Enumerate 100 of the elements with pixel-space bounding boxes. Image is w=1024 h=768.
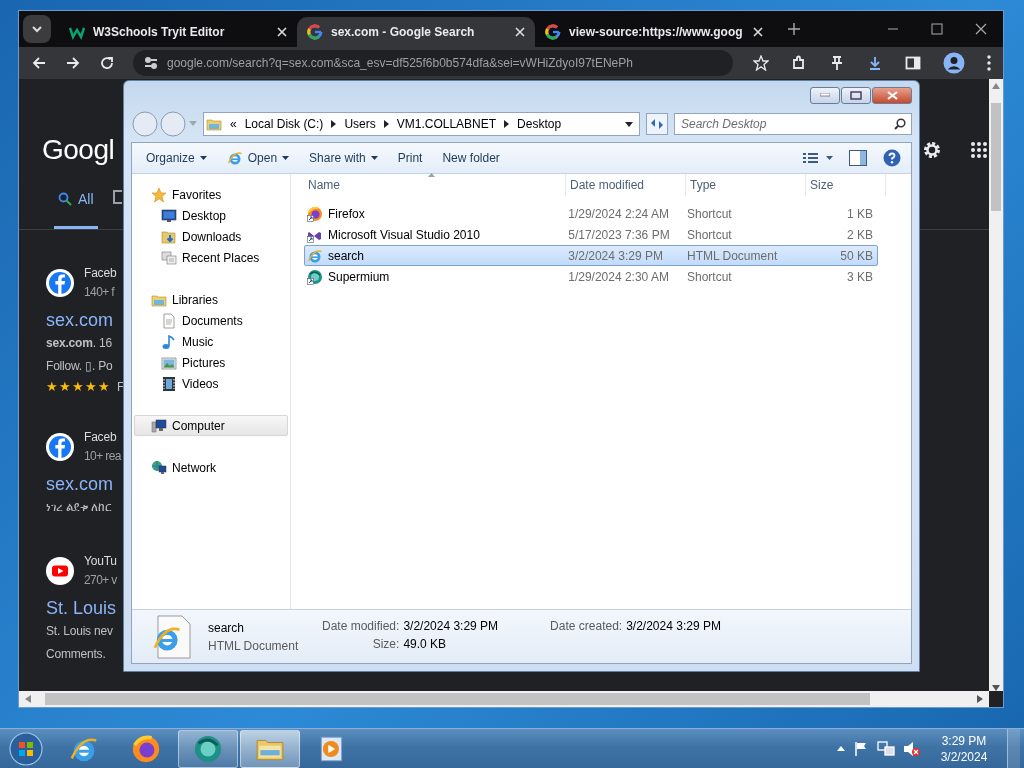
- close-icon[interactable]: [975, 23, 987, 35]
- nav-item[interactable]: Downloads: [134, 226, 288, 247]
- toolbar-button[interactable]: Open: [216, 147, 300, 169]
- computer-icon: [151, 417, 167, 434]
- image-icon: [161, 354, 177, 371]
- taskbar-app[interactable]: [178, 729, 238, 768]
- breadcrumb-item[interactable]: Users: [344, 117, 376, 131]
- scroll-right-icon: [977, 695, 983, 703]
- result-link[interactable]: sex.com: [46, 310, 114, 331]
- result-link[interactable]: sex.com: [46, 474, 114, 495]
- preview-pane-icon[interactable]: [849, 150, 867, 166]
- column-header[interactable]: Size: [806, 174, 886, 196]
- file-row[interactable]: Microsoft Visual Studio 2010 5/17/2023 7:36 PM Shortcut 2 KB: [304, 224, 878, 245]
- browser-tab[interactable]: sex.com - Google Search: [297, 17, 535, 47]
- address-bar[interactable]: google.com/search?q=sex.com&sca_esv=df525f6b0b574dfa&sei=vWHiZdyoI97tENePh: [133, 50, 733, 76]
- settings-icon[interactable]: [921, 139, 943, 161]
- address-bar[interactable]: « Local Disk (C:) Users VM1.COLLABNET Desktop: [203, 112, 640, 136]
- clock-date: 3/2/2024: [940, 748, 988, 765]
- star-icon: [151, 186, 167, 203]
- taskbar-app[interactable]: [240, 729, 300, 768]
- file-date: 5/17/2023 7:36 PM: [567, 227, 671, 242]
- view-options-icon[interactable]: [803, 152, 833, 164]
- close-button[interactable]: [872, 86, 912, 104]
- dropdown-caret-icon[interactable]: [625, 121, 633, 127]
- nav-item[interactable]: Recent Places: [134, 247, 288, 268]
- horizontal-scrollbar[interactable]: [19, 691, 989, 707]
- html-document-icon: [152, 614, 192, 659]
- separator-arrow-icon[interactable]: [383, 120, 389, 128]
- file-size: 2 KB: [845, 227, 874, 242]
- scroll-thumb[interactable]: [45, 693, 870, 705]
- nav-item[interactable]: Videos: [134, 373, 288, 394]
- start-orb-icon: [9, 731, 43, 766]
- file-row[interactable]: Firefox 1/29/2024 2:24 AM Shortcut 1 KB: [304, 203, 878, 224]
- more-menu-icon[interactable]: [987, 55, 991, 71]
- nav-item[interactable]: Favorites: [134, 184, 288, 205]
- apps-grid-icon[interactable]: [971, 142, 987, 158]
- flag-icon[interactable]: [853, 740, 869, 757]
- network-icon[interactable]: [877, 740, 895, 757]
- help-icon[interactable]: [883, 149, 901, 167]
- speaker-muted-icon[interactable]: [903, 740, 921, 757]
- breadcrumb-item[interactable]: Desktop: [517, 117, 562, 131]
- file-row[interactable]: Supermium 1/29/2024 2:30 AM Shortcut 3 KB: [304, 266, 878, 287]
- images-tab-icon[interactable]: [111, 189, 122, 205]
- vertical-scrollbar[interactable]: [989, 79, 1003, 691]
- refresh-button[interactable]: [646, 113, 668, 135]
- nav-item[interactable]: Documents: [134, 310, 288, 331]
- back-icon[interactable]: [31, 55, 47, 71]
- tab-title: W3Schools Tryit Editor: [93, 25, 226, 39]
- column-header[interactable]: Type: [686, 174, 806, 196]
- scroll-left-icon: [25, 695, 31, 703]
- nav-item[interactable]: Libraries: [134, 289, 288, 310]
- result-source: YouTu: [84, 553, 117, 570]
- column-header[interactable]: Name: [304, 174, 566, 196]
- scroll-thumb[interactable]: [991, 103, 1001, 211]
- minimize-button[interactable]: [810, 86, 840, 104]
- column-header[interactable]: Date modified: [566, 174, 686, 196]
- forward-icon[interactable]: [65, 55, 81, 71]
- toolbar-button[interactable]: New folder: [432, 148, 510, 168]
- download-icon[interactable]: [867, 55, 883, 71]
- start-button[interactable]: [6, 729, 46, 768]
- separator-arrow-icon[interactable]: [504, 120, 510, 128]
- search-field[interactable]: Search Desktop: [674, 113, 912, 135]
- clock-time: 3:29 PM: [941, 732, 987, 749]
- profile-icon[interactable]: [943, 52, 965, 74]
- bookmark-star-icon[interactable]: [753, 55, 769, 71]
- nav-item[interactable]: Network: [134, 457, 288, 478]
- breadcrumb-item[interactable]: Local Disk (C:): [244, 117, 324, 131]
- breadcrumb-item[interactable]: VM1.COLLABNET: [396, 117, 497, 131]
- result-snippet: Follow. ▯. Po: [46, 358, 113, 375]
- browser-tab[interactable]: view-source:https://www.goog: [535, 17, 773, 47]
- google-logo[interactable]: Googl: [42, 134, 115, 166]
- side-panel-icon[interactable]: [905, 55, 921, 71]
- browser-e-icon: [226, 150, 243, 166]
- clock[interactable]: 3:29 PM 3/2/2024: [929, 731, 999, 766]
- nav-item[interactable]: Music: [134, 331, 288, 352]
- chevron-down-icon: [31, 23, 43, 35]
- puzzle-icon[interactable]: [791, 55, 807, 71]
- toolbar-button[interactable]: Print: [387, 148, 433, 168]
- nav-item[interactable]: Desktop: [134, 205, 288, 226]
- nav-item[interactable]: Pictures: [134, 352, 288, 373]
- result-meta: 10+ rea: [84, 448, 121, 465]
- g-logo-icon: [545, 24, 561, 40]
- nav-item[interactable]: Computer: [134, 415, 288, 436]
- up-caret-icon[interactable]: [837, 746, 845, 751]
- tab-search-button[interactable]: [23, 15, 51, 43]
- reload-icon[interactable]: [99, 55, 115, 71]
- separator-arrow-icon[interactable]: [331, 120, 337, 128]
- browser-tab[interactable]: W3Schools Tryit Editor: [59, 17, 297, 47]
- maximize-icon[interactable]: [931, 23, 943, 35]
- new-tab-icon[interactable]: [787, 22, 801, 36]
- toolbar-button[interactable]: Organize: [136, 148, 217, 168]
- file-row[interactable]: search 3/2/2024 3:29 PM HTML Document 50 KB: [304, 245, 878, 266]
- search-tab[interactable]: All: [54, 171, 98, 229]
- toolbar-button[interactable]: Share with: [299, 148, 388, 168]
- maximize-button[interactable]: [841, 86, 871, 104]
- overflow-chevron[interactable]: «: [230, 117, 237, 131]
- g-logo-icon: [307, 24, 323, 40]
- pin-icon[interactable]: [829, 55, 845, 71]
- detail-value: 49.0 KB: [403, 637, 448, 651]
- result-link[interactable]: St. Louis: [46, 598, 117, 619]
